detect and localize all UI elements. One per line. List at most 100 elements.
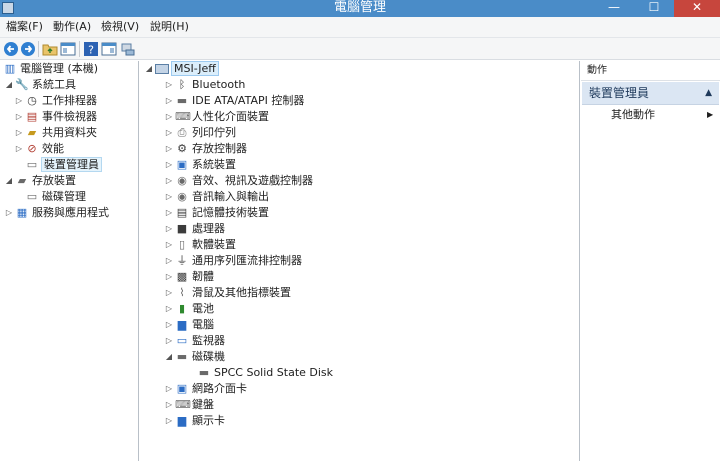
expand-icon[interactable]: ▷ [164,317,174,333]
tree-item-device-manager[interactable]: ▭ 裝置管理員 [14,157,102,173]
expand-icon[interactable]: ▷ [164,237,174,253]
show-hide-tree-icon[interactable] [60,41,76,57]
tree-item-system-tools[interactable]: ◢ 🔧 系統工具 [4,77,76,93]
usb-icon: ⏚ [176,254,188,267]
device-category-computer[interactable]: ▷ ▆ 電腦 [164,317,214,333]
expand-icon[interactable]: ▷ [164,413,174,429]
tree-item-label: 磁碟管理 [42,190,86,203]
expand-icon[interactable]: ▷ [164,109,174,125]
device-category-print-queues[interactable]: ▷ ⎙ 列印佇列 [164,125,236,141]
tree-item-label: 存放裝置 [32,174,76,187]
device-category-storage-controllers[interactable]: ▷ ⚙ 存放控制器 [164,141,247,157]
device-category-software-devices[interactable]: ▷ ▯ 軟體裝置 [164,237,236,253]
tree-item-storage[interactable]: ◢ ▰ 存放裝置 [4,173,76,189]
expand-icon[interactable]: ▷ [164,301,174,317]
device-category-network-adapters[interactable]: ▷ ▣ 網路介面卡 [164,381,247,397]
menu-view[interactable]: 檢視(V) [101,20,139,34]
menu-action[interactable]: 動作(A) [53,20,91,34]
device-category-memory-technology[interactable]: ▷ ▤ 記憶體技術裝置 [164,205,269,221]
properties-icon[interactable] [101,41,117,57]
collapse-caret-icon[interactable]: ▲ [705,82,712,105]
device-category-display-adapters[interactable]: ▷ ▆ 顯示卡 [164,413,225,429]
tree-root-computer-management[interactable]: ▥ 電腦管理 (本機) [2,61,98,77]
device-category-system-devices[interactable]: ▷ ▣ 系統裝置 [164,157,236,173]
more-actions-item[interactable]: 其他動作 [611,108,655,122]
device-category-label: 軟體裝置 [192,238,236,251]
device-category-label: 電腦 [192,318,214,331]
device-category-label: 存放控制器 [192,142,247,155]
collapse-icon[interactable]: ◢ [4,77,14,93]
expand-icon[interactable]: ▷ [164,381,174,397]
submenu-arrow-icon: ▶ [707,110,714,119]
maximize-button[interactable]: ☐ [640,0,668,17]
device-category-sound-video-game[interactable]: ▷ ◉ 音效、視訊及遊戲控制器 [164,173,313,189]
minimize-button[interactable]: — [600,0,628,17]
expand-icon[interactable]: ▷ [164,125,174,141]
device-category-usb-controllers[interactable]: ▷ ⏚ 通用序列匯流排控制器 [164,253,302,269]
forward-icon[interactable] [20,41,36,57]
expand-icon[interactable]: ▷ [164,205,174,221]
device-manager-icon[interactable] [120,41,136,57]
tree-item-shared-folders[interactable]: ▷ ▰ 共用資料夾 [14,125,97,141]
device-category-ide[interactable]: ▷ ▬ IDE ATA/ATAPI 控制器 [164,93,304,109]
services-icon: ▦ [16,206,28,219]
title-bar: 電腦管理 — ☐ ✕ [0,0,720,17]
tree-item-label: 服務與應用程式 [32,206,109,219]
expand-icon[interactable]: ▷ [164,157,174,173]
tree-item-task-scheduler[interactable]: ▷ ◷ 工作排程器 [14,93,97,109]
device-category-firmware[interactable]: ▷ ▩ 韌體 [164,269,214,285]
expand-icon[interactable]: ▷ [14,109,24,125]
expand-icon[interactable]: ▷ [164,189,174,205]
device-category-mice[interactable]: ▷ ⌇ 滑鼠及其他指標裝置 [164,285,291,301]
expand-icon[interactable]: ▷ [14,141,24,157]
expand-icon[interactable]: ▷ [164,77,174,93]
collapse-icon[interactable]: ◢ [164,349,174,365]
menu-help[interactable]: 說明(H) [150,20,189,34]
device-category-disk-drives[interactable]: ◢ ▬ 磁碟機 [164,349,225,365]
menu-bar: 檔案(F) 動作(A) 檢視(V) 說明(H) [0,17,720,38]
device-manager-icon: ▭ [26,158,38,171]
tree-item-event-viewer[interactable]: ▷ ▤ 事件檢視器 [14,109,97,125]
expand-icon[interactable]: ▷ [164,397,174,413]
audio-io-icon: ◉ [177,190,187,203]
expand-icon[interactable]: ▷ [164,269,174,285]
device-category-label: 音訊輸入與輸出 [192,190,269,203]
processor-icon: ■ [176,222,188,235]
device-root-msi-jeff[interactable]: ◢ MSI-Jeff [144,61,219,77]
tree-item-label: 工作排程器 [42,94,97,107]
network-adapter-icon: ▣ [176,382,188,395]
printer-icon: ⎙ [177,126,187,139]
device-category-bluetooth[interactable]: ▷ ᛒ Bluetooth [164,77,245,93]
tree-item-performance[interactable]: ▷ ⊘ 效能 [14,141,64,157]
collapse-icon[interactable]: ◢ [4,173,14,189]
actions-group-device-manager[interactable]: 裝置管理員 ▲ [582,82,719,105]
back-icon[interactable] [3,41,19,57]
device-category-hid[interactable]: ▷ ⌨人性化介面裝置 [164,109,269,125]
close-button[interactable]: ✕ [674,0,720,17]
device-category-audio-io[interactable]: ▷ ◉ 音訊輸入與輸出 [164,189,269,205]
tree-item-disk-management[interactable]: ▭ 磁碟管理 [14,189,86,205]
tree-item-services-applications[interactable]: ▷ ▦ 服務與應用程式 [4,205,109,221]
expand-icon[interactable]: ▷ [14,125,24,141]
expand-icon[interactable]: ▷ [164,221,174,237]
device-ssd[interactable]: ▬ SPCC Solid State Disk [186,365,333,381]
device-category-label: 列印佇列 [192,126,236,139]
device-category-processors[interactable]: ▷ ■ 處理器 [164,221,225,237]
expand-icon[interactable]: ▷ [4,205,14,221]
expand-icon[interactable]: ▷ [164,285,174,301]
menu-file[interactable]: 檔案(F) [6,20,43,34]
folder-up-icon[interactable] [42,41,58,57]
help-icon[interactable]: ? [83,41,99,57]
mouse-icon: ⌇ [179,286,185,299]
expand-icon[interactable]: ▷ [164,93,174,109]
expand-icon[interactable]: ▷ [164,253,174,269]
expand-icon[interactable]: ▷ [164,173,174,189]
collapse-icon[interactable]: ◢ [144,61,154,77]
device-category-label: 電池 [192,302,214,315]
expand-icon[interactable]: ▷ [164,333,174,349]
device-category-monitors[interactable]: ▷ ▭ 監視器 [164,333,225,349]
expand-icon[interactable]: ▷ [14,93,24,109]
expand-icon[interactable]: ▷ [164,141,174,157]
device-category-batteries[interactable]: ▷ ▮ 電池 [164,301,214,317]
device-category-keyboards[interactable]: ▷ ⌨鍵盤 [164,397,214,413]
